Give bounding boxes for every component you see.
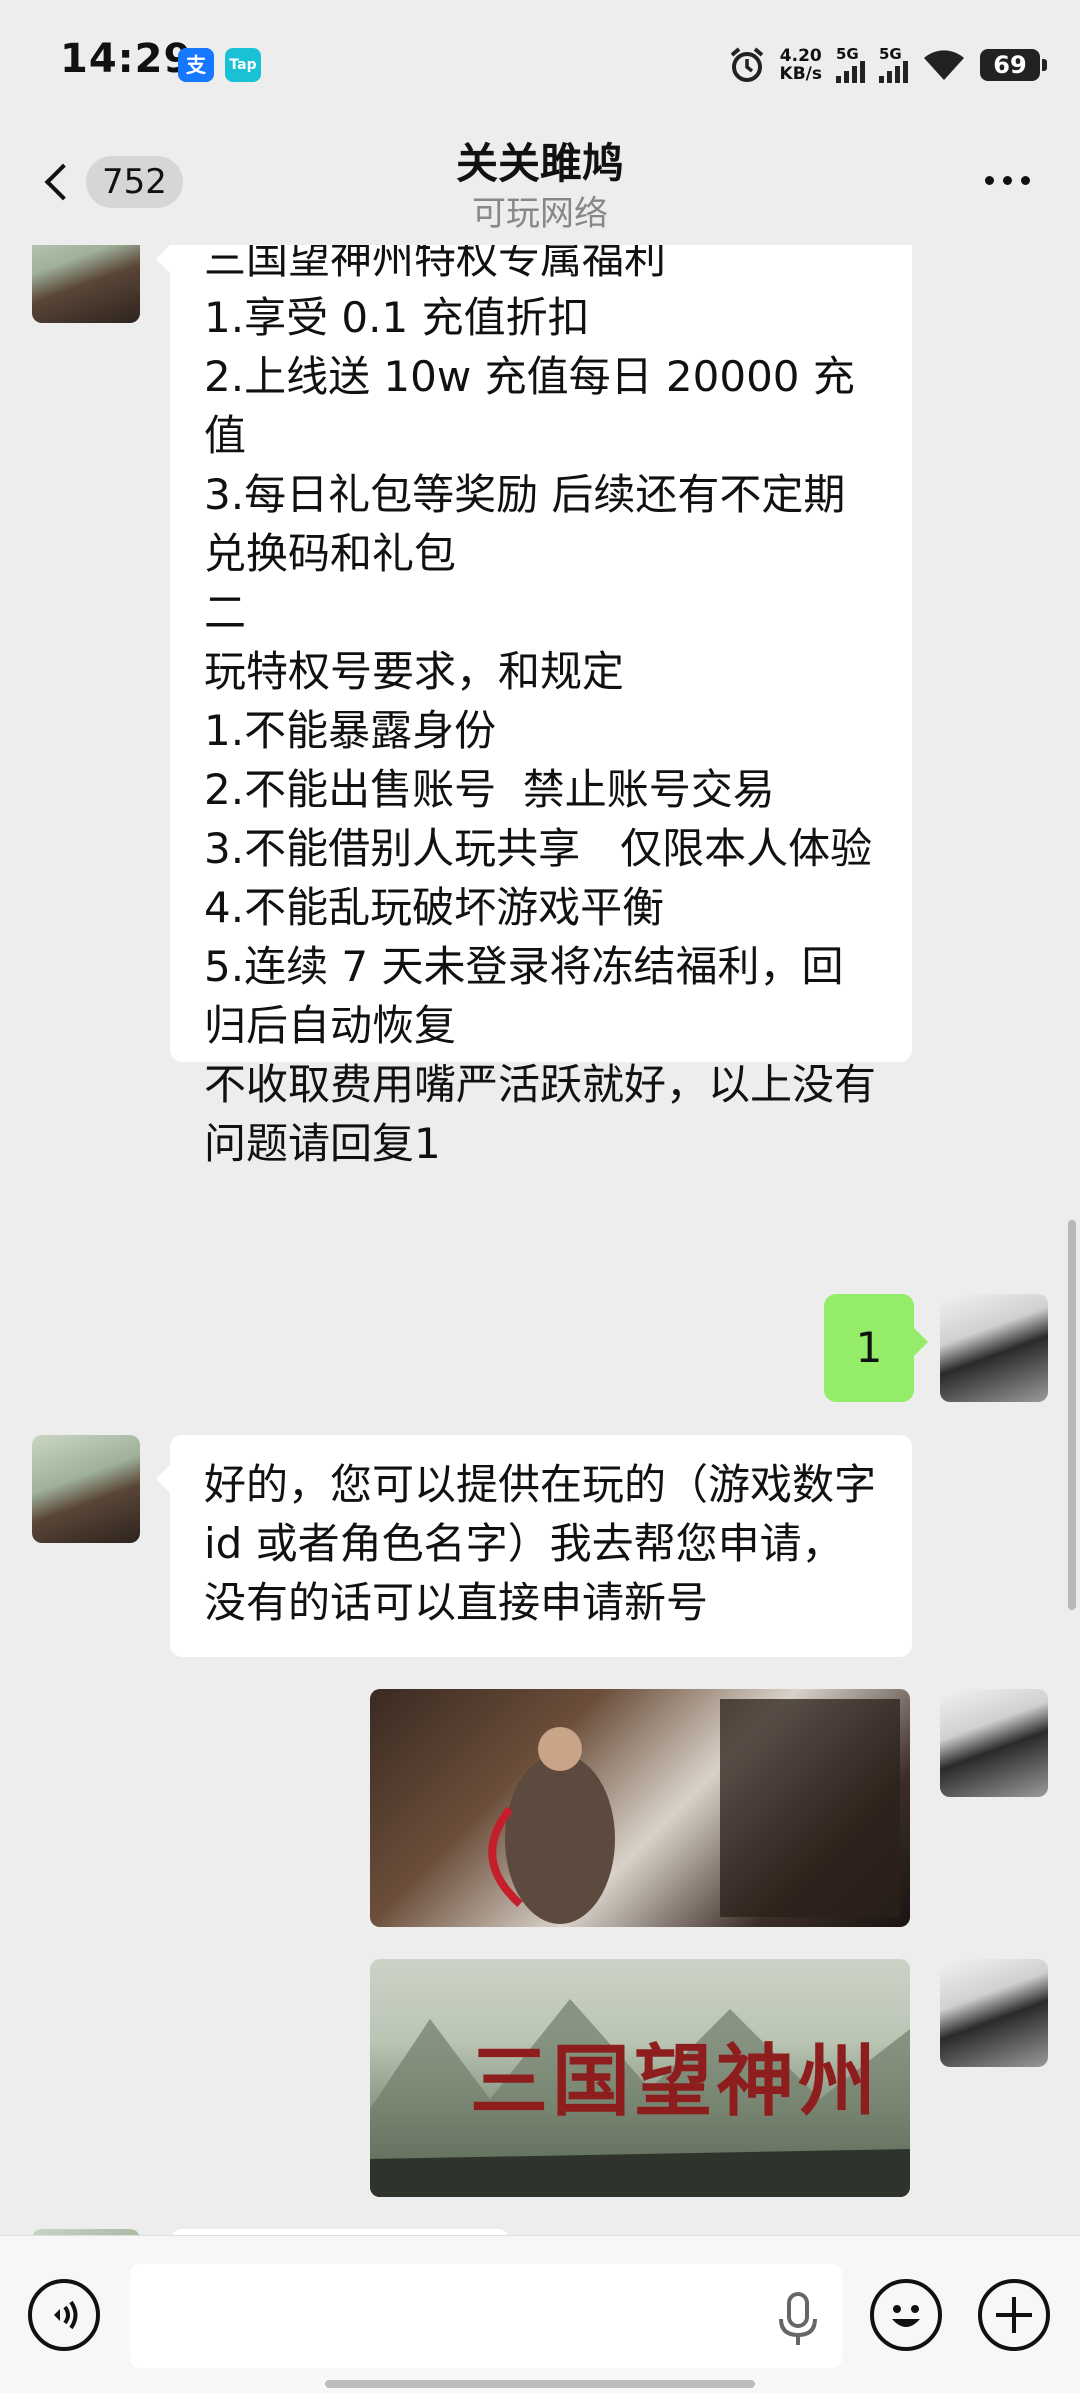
game-character-illustration xyxy=(488,1699,900,1924)
status-indicators: 4.20 KB/s 5G 5G 69 xyxy=(728,40,1047,90)
unread-count-badge: 752 xyxy=(86,156,183,208)
more-dot-icon xyxy=(1021,176,1030,185)
home-indicator[interactable] xyxy=(325,2380,755,2388)
alipay-notification-icon: 支 xyxy=(178,48,214,82)
message-bubble-sent[interactable]: 1 xyxy=(824,1294,928,1402)
message-list[interactable]: 三国望神州特权专属福利 1.享受 0.1 充值折扣 2.上线送 10w 充值每日… xyxy=(0,245,1080,2235)
status-time: 14:29 xyxy=(60,36,193,82)
signal-sim1: 5G xyxy=(836,47,865,83)
more-functions-button[interactable] xyxy=(978,2279,1050,2351)
back-button[interactable]: 752 xyxy=(40,152,183,212)
more-dot-icon xyxy=(1003,176,1012,185)
more-dot-icon xyxy=(985,176,994,185)
image-message-game-title[interactable]: 三国望神州 xyxy=(370,1959,910,2197)
chat-header: 关关雎鸠 可玩网络 752 xyxy=(0,130,1080,245)
voice-input-button[interactable] xyxy=(28,2279,100,2351)
signal-bars-icon xyxy=(836,61,865,83)
emoji-button[interactable] xyxy=(870,2279,942,2351)
plus-icon xyxy=(996,2297,1032,2333)
alarm-icon xyxy=(730,47,763,82)
my-avatar[interactable] xyxy=(940,1959,1048,2067)
more-options-button[interactable] xyxy=(985,176,1030,185)
contact-avatar[interactable] xyxy=(32,1435,140,1543)
signal-sim2: 5G xyxy=(879,47,908,83)
network-speed: 4.20 KB/s xyxy=(779,46,822,84)
taptap-notification-icon: Tap xyxy=(225,48,261,82)
my-avatar[interactable] xyxy=(940,1689,1048,1797)
signal-bars-icon xyxy=(879,61,908,83)
message-input[interactable] xyxy=(130,2264,842,2368)
message-bubble-received[interactable]: 好的，您可以提供在玩的（游戏数字 id 或者角色名字）我去帮您申请，没有的话可以… xyxy=(156,1435,912,1657)
message-bubble-received[interactable]: 三国望神州特权专属福利 1.享受 0.1 充值折扣 2.上线送 10w 充值每日… xyxy=(156,245,912,1168)
wifi-icon xyxy=(924,50,964,80)
voice-icon xyxy=(54,2300,78,2330)
status-bar: 14:29 支 Tap 4.20 KB/s 5G 5G 69 xyxy=(0,0,1080,130)
my-avatar[interactable] xyxy=(940,1294,1048,1402)
smiley-icon xyxy=(892,2305,920,2327)
input-bar xyxy=(0,2235,1080,2393)
battery-icon: 69 xyxy=(980,49,1047,81)
game-logo-text: 三国望神州 xyxy=(470,2036,881,2127)
image-message-game-character[interactable] xyxy=(370,1689,910,1927)
microphone-icon[interactable] xyxy=(775,2291,821,2347)
contact-avatar[interactable] xyxy=(32,245,140,323)
chevron-left-icon xyxy=(44,163,82,201)
scrollbar[interactable] xyxy=(1068,1220,1076,1610)
